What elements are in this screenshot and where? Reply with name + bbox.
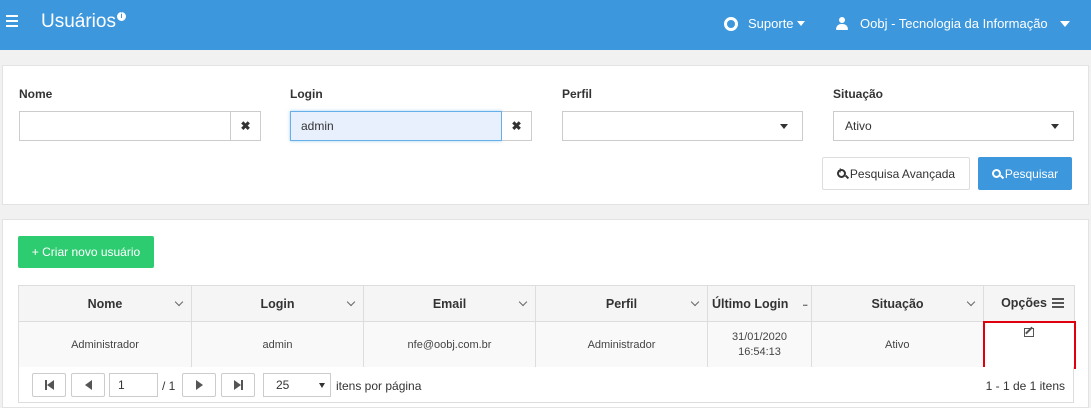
clear-nome-button[interactable]: ✖: [231, 111, 261, 141]
cell-nome: Administrador: [18, 321, 192, 368]
cell-situacao: Ativo: [811, 321, 984, 368]
first-page-button[interactable]: [32, 373, 66, 397]
per-page-label: itens por página: [336, 379, 422, 393]
caret-down-icon: [780, 124, 788, 129]
clear-login-button[interactable]: ✖: [502, 111, 532, 141]
cell-login: admin: [191, 321, 364, 368]
column-header-login[interactable]: Login: [191, 285, 364, 322]
info-icon[interactable]: i: [116, 12, 126, 21]
table-row[interactable]: Administrador admin nfe@oobj.com.br Admi…: [18, 320, 1076, 369]
previous-page-icon: [84, 380, 92, 390]
caret-down-icon: [796, 21, 805, 26]
previous-page-button[interactable]: [71, 373, 105, 397]
company-user-menu[interactable]: Oobj - Tecnologia da Informação: [836, 16, 1070, 31]
next-page-button[interactable]: [182, 373, 216, 397]
login-input[interactable]: [290, 111, 502, 141]
pagination-bar: / 1 25 itens por página 1 - 1 de 1 itens: [18, 367, 1074, 403]
column-header-perfil[interactable]: Perfil: [535, 285, 708, 322]
zoom-in-icon: [836, 166, 846, 178]
nome-label: Nome: [19, 87, 53, 101]
users-list-panel: + Criar novo usuário Nome Login Email Pe…: [2, 219, 1089, 408]
chevron-down-icon[interactable]: [690, 297, 700, 307]
user-icon: [836, 17, 848, 30]
chevron-down-icon[interactable]: [346, 297, 356, 307]
caret-down-icon: [1051, 124, 1059, 129]
perfil-label: Perfil: [562, 87, 593, 101]
lifering-icon: [724, 16, 738, 31]
search-icon: [991, 169, 1001, 178]
page-size-select[interactable]: 25: [263, 373, 331, 397]
edit-icon[interactable]: [1024, 327, 1034, 337]
column-header-nome[interactable]: Nome: [18, 285, 192, 322]
login-label: Login: [290, 87, 323, 101]
current-page-input[interactable]: [109, 373, 158, 397]
chevron-down-icon[interactable]: [518, 297, 528, 307]
cell-opcoes: [982, 320, 1076, 369]
page-title: Usuários i: [41, 11, 126, 33]
hamburger-menu-icon[interactable]: [6, 15, 18, 29]
top-bar: Usuários i Suporte Oobj - Tecnologia da I…: [0, 0, 1091, 50]
chevron-down-icon[interactable]: [174, 297, 184, 307]
nome-input-group: ✖: [19, 111, 261, 141]
ultimo-login-time: 16:54:13: [738, 345, 781, 358]
overflow-dots-icon[interactable]: ...: [802, 298, 807, 308]
pagination-summary: 1 - 1 de 1 itens: [985, 379, 1065, 393]
perfil-select[interactable]: [562, 111, 803, 141]
column-header-ultimo-login[interactable]: Último Login...: [707, 285, 812, 322]
caret-down-icon: [1059, 20, 1070, 27]
support-label: Suporte: [748, 16, 794, 31]
cell-email: nfe@oobj.com.br: [363, 321, 536, 368]
column-header-opcoes: Opções: [983, 285, 1075, 322]
column-header-email[interactable]: Email: [363, 285, 536, 322]
last-page-button[interactable]: [221, 373, 255, 397]
next-page-icon: [195, 380, 203, 390]
users-table: Nome Login Email Perfil Último Login... …: [18, 285, 1076, 369]
situacao-select[interactable]: Ativo: [833, 111, 1074, 141]
column-header-situacao[interactable]: Situação: [811, 285, 984, 322]
search-button[interactable]: Pesquisar: [978, 157, 1072, 190]
chevron-down-icon[interactable]: [966, 297, 976, 307]
ultimo-login-date: 31/01/2020: [731, 330, 788, 343]
support-menu[interactable]: Suporte: [724, 16, 805, 31]
caret-down-icon: [319, 383, 325, 388]
situacao-select-value: Ativo: [845, 119, 872, 133]
cell-perfil: Administrador: [535, 321, 708, 368]
filter-panel: Nome ✖ Login ✖ Perfil Situação Ativo Pes…: [2, 65, 1089, 205]
total-pages-text: / 1: [162, 379, 176, 393]
column-menu-icon[interactable]: [1052, 298, 1064, 310]
last-page-icon: [233, 380, 241, 390]
page-size-value: 25: [276, 378, 290, 392]
cell-ultimo-login: 31/01/2020 16:54:13: [707, 321, 812, 368]
create-user-button[interactable]: + Criar novo usuário: [18, 236, 154, 268]
table-header-row: Nome Login Email Perfil Último Login... …: [18, 285, 1075, 322]
login-input-group: ✖: [290, 111, 532, 141]
advanced-search-button[interactable]: Pesquisa Avançada: [822, 157, 970, 190]
situacao-label: Situação: [833, 87, 884, 101]
nome-input[interactable]: [19, 111, 231, 141]
company-label: Oobj - Tecnologia da Informação: [860, 16, 1048, 31]
